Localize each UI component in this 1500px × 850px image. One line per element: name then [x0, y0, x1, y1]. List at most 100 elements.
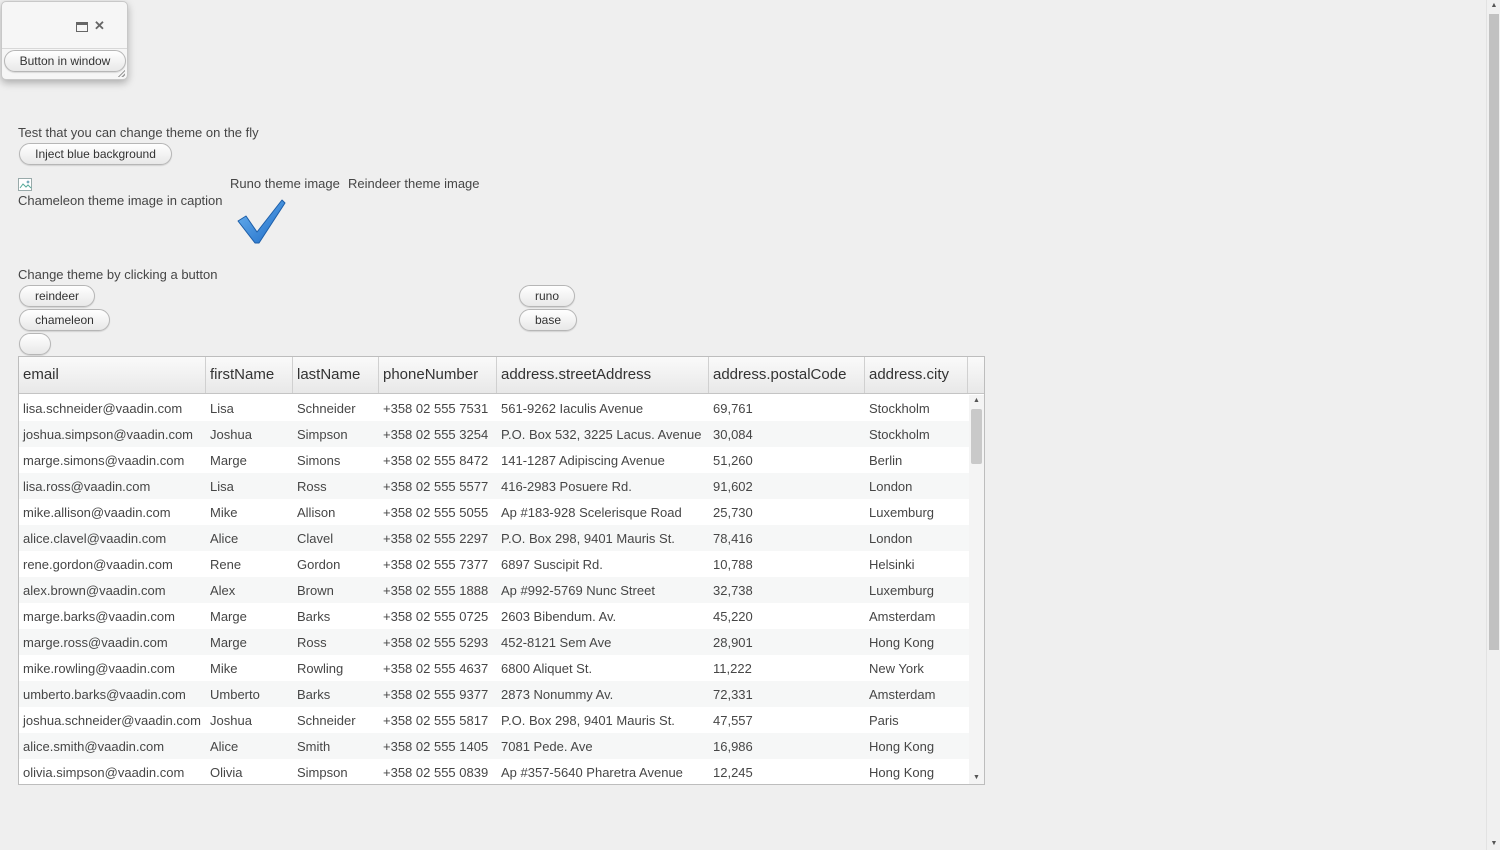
table-scroll-thumb[interactable] — [971, 409, 982, 464]
scroll-up-icon[interactable]: ▲ — [969, 395, 984, 407]
table-cell: 51,260 — [713, 453, 753, 468]
table-row[interactable]: marge.simons@vaadin.com Marge Simons +358 0… — [19, 447, 969, 473]
table-row[interactable]: mike.allison@vaadin.com Mike Allison +358 0… — [19, 499, 969, 525]
table-cell: +358 02 555 0839 — [383, 765, 489, 780]
table-cell: 72,331 — [713, 687, 753, 702]
column-header[interactable]: address.postalCode — [709, 357, 865, 393]
maximize-icon[interactable] — [76, 22, 88, 32]
table-cell: mike.rowling@vaadin.com — [23, 661, 175, 676]
table-row[interactable]: marge.barks@vaadin.com Marge Barks +358 02 … — [19, 603, 969, 629]
table-cell: Clavel — [297, 531, 334, 546]
table-cell: Alice — [210, 531, 239, 546]
table-cell: 6800 Aliquet St. — [501, 661, 593, 676]
reindeer-theme-button[interactable]: reindeer — [19, 285, 95, 307]
table-row[interactable]: mike.rowling@vaadin.com Mike Rowling +358 0… — [19, 655, 969, 681]
page-scroll-down-icon[interactable]: ▼ — [1487, 838, 1500, 850]
runo-theme-button[interactable]: runo — [519, 285, 575, 307]
page-scrollbar[interactable]: ▲ ▼ — [1486, 0, 1500, 850]
page-scroll-thumb[interactable] — [1489, 14, 1499, 650]
table-cell: P.O. Box 298, 9401 Mauris St. — [501, 531, 675, 546]
table-cell: Hong Kong — [869, 635, 935, 650]
table-cell: 32,738 — [713, 583, 753, 598]
broken-image-icon — [18, 178, 34, 192]
table-cell: Umberto — [210, 687, 260, 702]
table-cell: 416-2983 Posuere Rd. — [501, 479, 632, 494]
table-cell: lisa.schneider@vaadin.com — [23, 401, 183, 416]
intro-text: Test that you can change theme on the fl… — [18, 125, 259, 140]
table-row[interactable]: marge.ross@vaadin.com Marge Ross +358 02 55… — [19, 629, 969, 655]
table-cell: marge.barks@vaadin.com — [23, 609, 175, 624]
table-cell: Simpson — [297, 765, 348, 780]
table-cell: Luxemburg — [869, 583, 935, 598]
button-in-window[interactable]: Button in window — [4, 50, 126, 72]
table-cell: 2603 Bibendum. Av. — [501, 609, 617, 624]
base-theme-button[interactable]: base — [519, 309, 577, 331]
table-row[interactable]: alex.brown@vaadin.com Alex Brown +358 02 55… — [19, 577, 969, 603]
table-cell: Alice — [210, 739, 239, 754]
checkmark-icon — [237, 199, 286, 244]
column-header[interactable]: phoneNumber — [379, 357, 497, 393]
scroll-down-icon[interactable]: ▼ — [969, 772, 984, 784]
table-row[interactable]: joshua.simpson@vaadin.com Joshua Simpson +3… — [19, 421, 969, 447]
table-cell: Olivia — [210, 765, 243, 780]
window-header[interactable]: ✕ — [2, 2, 127, 49]
table-cell: London — [869, 531, 913, 546]
empty-theme-button[interactable] — [19, 333, 51, 355]
table-cell: 47,557 — [713, 713, 753, 728]
table-cell: 25,730 — [713, 505, 753, 520]
resize-grip-icon[interactable] — [117, 69, 125, 77]
page-scroll-up-icon[interactable]: ▲ — [1487, 0, 1500, 12]
table-cell: +358 02 555 9377 — [383, 687, 489, 702]
table-cell: marge.simons@vaadin.com — [23, 453, 185, 468]
table-row[interactable]: olivia.simpson@vaadin.com Olivia Simpson +3… — [19, 759, 969, 784]
chameleon-theme-button[interactable]: chameleon — [19, 309, 110, 331]
inject-blue-background-button[interactable]: Inject blue background — [19, 143, 172, 165]
table-cell: rene.gordon@vaadin.com — [23, 557, 173, 572]
table-cell: Luxemburg — [869, 505, 935, 520]
column-header[interactable]: email — [19, 357, 206, 393]
table-row[interactable]: lisa.ross@vaadin.com Lisa Ross +358 02 555 … — [19, 473, 969, 499]
reindeer-image-caption: Reindeer theme image — [348, 176, 480, 191]
people-table[interactable]: email firstName lastName phoneNumber address… — [18, 356, 985, 785]
column-header[interactable]: address.city — [865, 357, 968, 393]
table-cell: +358 02 555 7377 — [383, 557, 489, 572]
table-cell: 30,084 — [713, 427, 753, 442]
table-row[interactable]: umberto.barks@vaadin.com Umberto Barks +358… — [19, 681, 969, 707]
table-cell: Simpson — [297, 427, 348, 442]
table-cell: Alex — [210, 583, 236, 598]
table-cell: +358 02 555 5055 — [383, 505, 489, 520]
table-cell: Mike — [210, 661, 238, 676]
table-cell: 91,602 — [713, 479, 753, 494]
table-cell: Helsinki — [869, 557, 915, 572]
table-scrollbar[interactable]: ▲ ▼ — [969, 395, 984, 784]
table-row[interactable]: lisa.schneider@vaadin.com Lisa Schneider +3… — [19, 395, 969, 421]
column-header[interactable]: firstName — [206, 357, 293, 393]
column-header[interactable]: lastName — [293, 357, 379, 393]
table-row[interactable]: alice.smith@vaadin.com Alice Smith +358 02 … — [19, 733, 969, 759]
sub-window[interactable]: ✕ Button in window — [1, 1, 128, 80]
table-cell: P.O. Box 298, 9401 Mauris St. — [501, 713, 675, 728]
table-cell: 561-9262 Iaculis Avenue — [501, 401, 644, 416]
column-header[interactable]: address.streetAddress — [497, 357, 709, 393]
table-cell: alex.brown@vaadin.com — [23, 583, 166, 598]
table-row[interactable]: joshua.schneider@vaadin.com Joshua Schneid… — [19, 707, 969, 733]
table-cell: 7081 Pede. Ave — [501, 739, 593, 754]
table-row[interactable]: rene.gordon@vaadin.com Rene Gordon +358 02 … — [19, 551, 969, 577]
table-cell: alice.clavel@vaadin.com — [23, 531, 167, 546]
close-icon[interactable]: ✕ — [94, 19, 105, 33]
table-cell: Rowling — [297, 661, 344, 676]
table-cell: Ross — [297, 635, 327, 650]
change-theme-text: Change theme by clicking a button — [18, 267, 218, 282]
table-cell: Marge — [210, 635, 247, 650]
table-cell: Ross — [297, 479, 327, 494]
table-cell: Hong Kong — [869, 765, 935, 780]
table-cell: 2873 Nonummy Av. — [501, 687, 614, 702]
table-row[interactable]: alice.clavel@vaadin.com Alice Clavel +358 0… — [19, 525, 969, 551]
table-cell: 12,245 — [713, 765, 753, 780]
table-cell: +358 02 555 7531 — [383, 401, 489, 416]
table-body[interactable]: lisa.schneider@vaadin.com Lisa Schneider +3… — [19, 395, 969, 784]
runo-image-caption: Runo theme image — [230, 176, 340, 191]
table-cell: 16,986 — [713, 739, 753, 754]
table-cell: Schneider — [297, 401, 356, 416]
table-cell: mike.allison@vaadin.com — [23, 505, 171, 520]
